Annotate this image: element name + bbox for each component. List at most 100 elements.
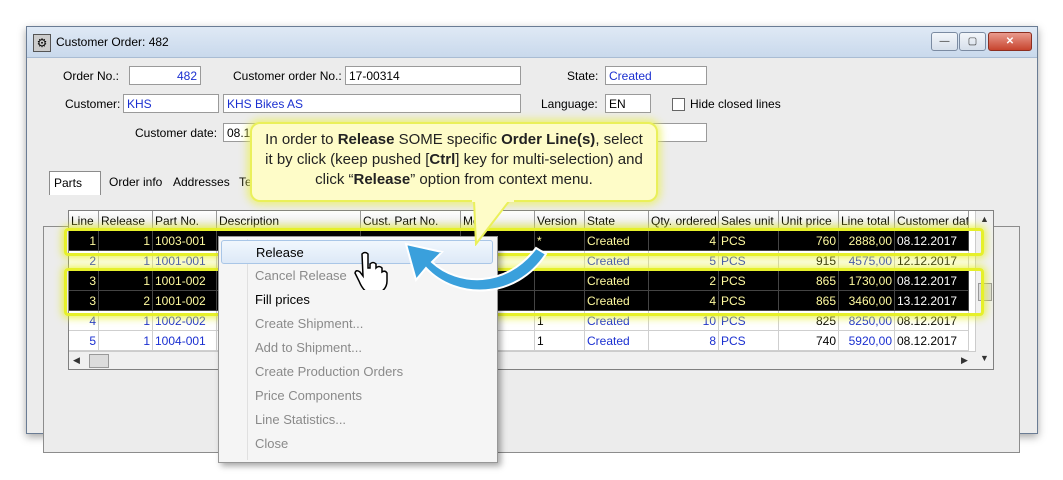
- cell-release: 1: [99, 311, 153, 331]
- cell-unit: PCS: [719, 331, 779, 351]
- column-header[interactable]: Line: [69, 211, 99, 231]
- column-header[interactable]: Cust. Part No.: [361, 211, 461, 231]
- cell-total: 3460,00: [839, 291, 895, 311]
- customer-order-no-field[interactable]: 17-00314: [345, 66, 521, 85]
- maximize-button[interactable]: ▢: [959, 32, 986, 51]
- cell-date: 12.12.2017: [895, 251, 969, 271]
- tab-parts[interactable]: Parts: [49, 171, 101, 195]
- column-header[interactable]: Qty. ordered: [649, 211, 719, 231]
- cell-total: 5920,00: [839, 331, 895, 351]
- cell-part: 1004-001: [153, 331, 217, 351]
- menu-item-create-production-orders[interactable]: Create Production Orders: [221, 360, 493, 384]
- cell-line: 2: [69, 251, 99, 271]
- hide-closed-checkbox[interactable]: [672, 98, 685, 111]
- menu-item-create-shipment[interactable]: Create Shipment...: [221, 312, 493, 336]
- scroll-left-arrow[interactable]: ◀: [73, 355, 80, 366]
- menu-item-add-to-shipment[interactable]: Add to Shipment...: [221, 336, 493, 360]
- tab-addresses[interactable]: Addresses: [169, 171, 234, 193]
- column-header[interactable]: Unit price: [779, 211, 839, 231]
- cell-unit: PCS: [719, 251, 779, 271]
- order-no-label: Order No.:: [63, 69, 120, 83]
- cell-state: Created: [585, 231, 649, 251]
- customer-label: Customer:: [65, 97, 121, 111]
- cell-total: 1730,00: [839, 271, 895, 291]
- column-header[interactable]: Sales unit: [719, 211, 779, 231]
- cell-state: Created: [585, 291, 649, 311]
- cell-line: 5: [69, 331, 99, 351]
- cell-release: 2: [99, 291, 153, 311]
- cell-qty: 4: [649, 231, 719, 251]
- order-no-field[interactable]: 482: [129, 66, 201, 85]
- cell-release: 1: [99, 271, 153, 291]
- cell-price: 760: [779, 231, 839, 251]
- cell-price: 740: [779, 331, 839, 351]
- cell-state: Created: [585, 311, 649, 331]
- cell-line: 1: [69, 231, 99, 251]
- cell-release: 1: [99, 231, 153, 251]
- vertical-scrollbar[interactable]: ▲ ▼: [975, 211, 993, 369]
- cell-date: 08.12.2017: [895, 331, 969, 351]
- hide-closed-label: Hide closed lines: [690, 97, 781, 111]
- state-label: State:: [567, 69, 599, 83]
- window-title: Customer Order: 482: [56, 35, 169, 49]
- cell-ver: 1: [535, 311, 585, 331]
- language-field[interactable]: EN: [605, 94, 651, 113]
- cell-part: 1002-002: [153, 311, 217, 331]
- cell-unit: PCS: [719, 231, 779, 251]
- cell-release: 1: [99, 251, 153, 271]
- column-header[interactable]: Customer dat: [895, 211, 969, 231]
- cell-qty: 5: [649, 251, 719, 271]
- scroll-up-arrow[interactable]: ▲: [980, 214, 989, 224]
- scroll-down-arrow[interactable]: ▼: [980, 353, 989, 363]
- cell-qty: 2: [649, 271, 719, 291]
- cell-total: 4575,00: [839, 251, 895, 271]
- cell-state: Created: [585, 331, 649, 351]
- minimize-button[interactable]: —: [931, 32, 958, 51]
- menu-item-close[interactable]: Close: [221, 432, 493, 456]
- state-field: Created: [605, 66, 707, 85]
- cell-qty: 4: [649, 291, 719, 311]
- vertical-scroll-thumb[interactable]: [978, 283, 992, 301]
- cell-line: 3: [69, 291, 99, 311]
- callout-tail: [472, 198, 514, 246]
- customer-order-no-label: Customer order No.:: [233, 69, 342, 83]
- instruction-callout: In order to Release SOME specific Order …: [250, 122, 658, 202]
- cell-total: 8250,00: [839, 311, 895, 331]
- cell-price: 825: [779, 311, 839, 331]
- hand-cursor-icon: [354, 251, 388, 290]
- title-bar[interactable]: ⚙ Customer Order: 482 — ▢ ✕: [27, 27, 1037, 58]
- cell-date: 08.12.2017: [895, 231, 969, 251]
- column-header[interactable]: Line total: [839, 211, 895, 231]
- scroll-right-arrow[interactable]: ▶: [961, 355, 968, 366]
- cell-price: 915: [779, 251, 839, 271]
- customer-date-label: Customer date:: [135, 126, 218, 140]
- column-header[interactable]: Version: [535, 211, 585, 231]
- cell-price: 865: [779, 291, 839, 311]
- horizontal-scroll-thumb[interactable]: [89, 354, 109, 368]
- customer-code-field[interactable]: KHS: [123, 94, 219, 113]
- cell-date: 08.12.2017: [895, 311, 969, 331]
- cell-ver: 1: [535, 331, 585, 351]
- cell-part: 1001-001: [153, 251, 217, 271]
- column-header[interactable]: Release: [99, 211, 153, 231]
- column-header[interactable]: Description: [217, 211, 361, 231]
- cell-date: 08.12.2017: [895, 271, 969, 291]
- table-row[interactable]: 411002-002ain1Created10PCS8258250,0008.1…: [69, 311, 969, 331]
- language-label: Language:: [541, 97, 598, 111]
- cell-unit: PCS: [719, 271, 779, 291]
- close-button[interactable]: ✕: [988, 32, 1032, 51]
- customer-name-field[interactable]: KHS Bikes AS: [223, 94, 521, 113]
- app-icon: ⚙: [33, 34, 51, 52]
- menu-item-line-statistics[interactable]: Line Statistics...: [221, 408, 493, 432]
- cell-total: 2888,00: [839, 231, 895, 251]
- tab-order-info[interactable]: Order info: [105, 171, 166, 193]
- cell-date: 13.12.2017: [895, 291, 969, 311]
- table-row[interactable]: 5 1 1004-001 1 Created 8 PCS 740 5920,00 08.12.20…: [69, 331, 969, 351]
- column-header[interactable]: Part No.: [153, 211, 217, 231]
- cell-line: 4: [69, 311, 99, 331]
- horizontal-scrollbar[interactable]: ◀ ▶: [69, 351, 976, 369]
- cell-state: Created: [585, 271, 649, 291]
- cell-state: Created: [585, 251, 649, 271]
- column-header[interactable]: State: [585, 211, 649, 231]
- menu-item-price-components[interactable]: Price Components: [221, 384, 493, 408]
